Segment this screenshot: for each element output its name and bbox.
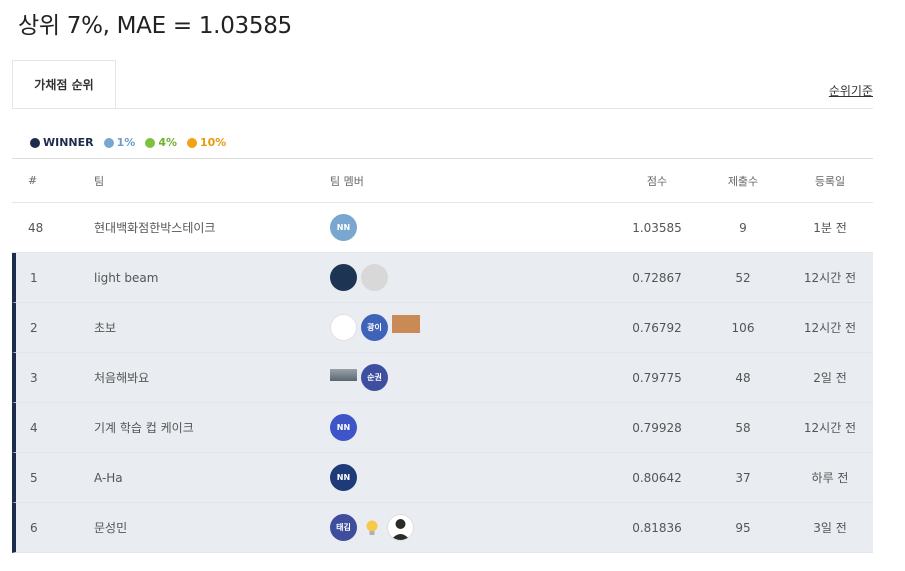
legend-label: WINNER [43, 136, 94, 149]
table-header: # 팀 팀 멤버 점수 제출수 등록일 [12, 158, 873, 203]
avatar[interactable]: 광이 [361, 314, 388, 341]
team-name-cell[interactable]: 문성민 [94, 503, 127, 552]
team-name-cell[interactable]: 초보 [94, 303, 116, 352]
col-team: 팀 [94, 174, 105, 188]
legend-label: 10% [200, 136, 227, 149]
legend-winner: WINNER [30, 136, 94, 149]
members-cell: NN [330, 403, 361, 452]
leaderboard-table: # 팀 팀 멤버 점수 제출수 등록일 48 현대백화점한박스테이크 NN 1.… [12, 158, 873, 553]
rank-cell: 1 [30, 270, 38, 285]
col-submissions: 제출수 [727, 174, 759, 188]
legend-1pct: 1% [103, 136, 136, 149]
date-cell: 하루 전 [811, 471, 849, 485]
submissions-cell: 9 [739, 220, 747, 235]
date-cell: 12시간 전 [803, 321, 857, 335]
table-row[interactable]: 4 기계 학습 컵 케이크 NN 0.79928 58 12시간 전 [12, 403, 873, 453]
members-cell: NN [330, 453, 361, 502]
col-date: 등록일 [814, 174, 846, 188]
rank-cell: 2 [30, 320, 38, 335]
members-cell: NN [330, 203, 361, 252]
table-row[interactable]: 3 처음해봐요 순권 0.79775 48 2일 전 [12, 353, 873, 403]
dot-icon [187, 137, 197, 148]
date-cell: 2일 전 [813, 371, 847, 385]
submissions-cell: 95 [735, 520, 751, 535]
tab-provisional-ranking[interactable]: 가채점 순위 [12, 60, 116, 108]
page-headline: 상위 7%, MAE = 1.03585 [18, 13, 292, 39]
submissions-cell: 37 [735, 470, 751, 485]
avatar[interactable]: 태김 [330, 514, 357, 541]
table-row[interactable]: 6 문성민 태김 0.81836 95 3일 전 [12, 503, 873, 553]
team-name-cell[interactable]: 기계 학습 컵 케이크 [94, 403, 194, 452]
orange-bear-icon[interactable] [392, 314, 420, 333]
person-photo-icon[interactable] [387, 514, 414, 541]
legend-label: 4% [158, 136, 177, 149]
dot-icon [145, 137, 156, 148]
table-row[interactable]: 2 초보 광이 0.76792 106 12시간 전 [12, 303, 873, 353]
col-score: 점수 [646, 174, 668, 188]
members-cell: 광이 [330, 303, 424, 352]
date-cell: 12시간 전 [803, 421, 857, 435]
score-cell: 0.72867 [632, 270, 682, 285]
score-cell: 0.79928 [632, 420, 682, 435]
avatar[interactable]: NN [330, 464, 357, 491]
submissions-cell: 48 [735, 370, 751, 385]
sky-photo-icon[interactable] [330, 264, 357, 291]
landscape-photo-icon[interactable] [330, 368, 357, 381]
legend: WINNER 1% 4% 10% [30, 136, 236, 149]
date-cell: 3일 전 [813, 521, 847, 535]
dot-icon [30, 137, 40, 148]
rank-cell: 4 [30, 420, 38, 435]
submissions-cell: 106 [731, 320, 755, 335]
sketch-photo-icon[interactable] [361, 264, 388, 291]
team-name-cell[interactable]: 처음해봐요 [94, 353, 149, 402]
avatar[interactable]: 순권 [361, 364, 388, 391]
score-cell: 0.80642 [632, 470, 682, 485]
members-cell: 태김 [330, 503, 418, 552]
score-cell: 1.03585 [632, 220, 682, 235]
legend-4pct: 4% [145, 136, 177, 149]
col-rank: # [28, 174, 38, 187]
col-members: 팀 멤버 [330, 174, 364, 188]
blank-avatar-icon[interactable] [330, 314, 357, 341]
avatar[interactable]: NN [330, 214, 357, 241]
my-team-row[interactable]: 48 현대백화점한박스테이크 NN 1.03585 9 1분 전 [12, 203, 873, 253]
dot-icon [103, 137, 114, 148]
score-cell: 0.81836 [632, 520, 682, 535]
rank-cell: 48 [28, 220, 44, 235]
lightbulb-icon[interactable] [361, 514, 383, 541]
table-row[interactable]: 1 light beam 0.72867 52 12시간 전 [12, 253, 873, 303]
members-cell [330, 253, 392, 302]
table-row[interactable]: 5 A-Ha NN 0.80642 37 하루 전 [12, 453, 873, 503]
legend-label: 1% [116, 136, 136, 149]
score-cell: 0.76792 [632, 320, 682, 335]
team-name-cell[interactable]: light beam [94, 253, 158, 302]
team-name-cell[interactable]: A-Ha [94, 453, 123, 502]
submissions-cell: 58 [735, 420, 751, 435]
submissions-cell: 52 [735, 270, 751, 285]
rank-basis-link[interactable]: 순위기준 [829, 82, 873, 99]
tab-bar: 가채점 순위 순위기준 [12, 60, 873, 109]
rank-cell: 6 [30, 520, 38, 535]
rank-cell: 3 [30, 370, 38, 385]
rank-cell: 5 [30, 470, 38, 485]
score-cell: 0.79775 [632, 370, 682, 385]
avatar[interactable]: NN [330, 414, 357, 441]
legend-10pct: 10% [187, 136, 226, 149]
team-name-cell[interactable]: 현대백화점한박스테이크 [94, 203, 215, 252]
date-cell: 12시간 전 [803, 271, 857, 285]
members-cell: 순권 [330, 353, 392, 402]
date-cell: 1분 전 [813, 221, 847, 235]
